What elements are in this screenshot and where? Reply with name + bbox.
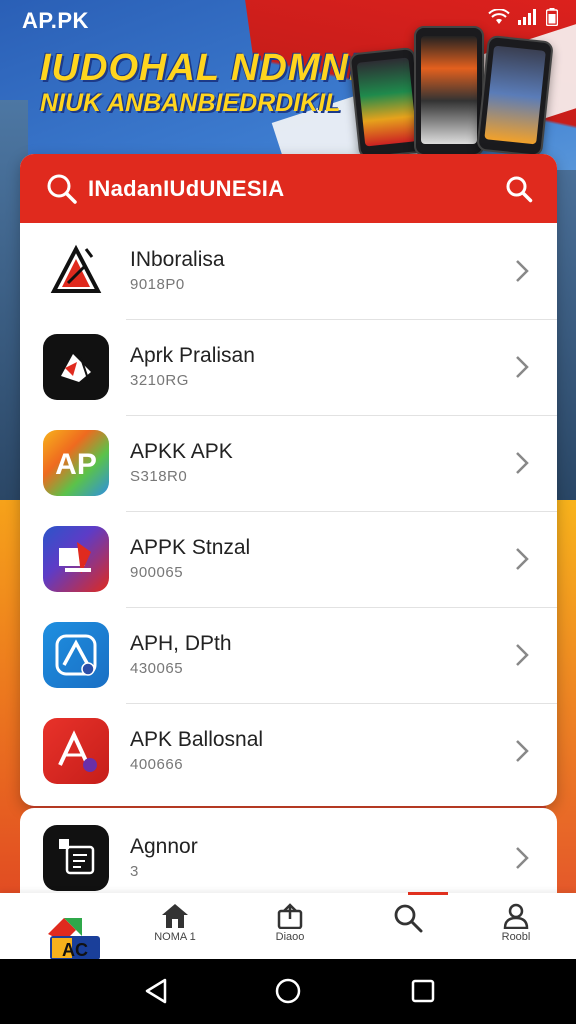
list-item[interactable]: APH, DPth 430065 — [20, 607, 557, 703]
recents-icon[interactable] — [410, 977, 436, 1005]
chevron-right-icon — [516, 356, 529, 378]
app-logo-icon — [43, 718, 109, 784]
chevron-right-icon — [516, 644, 529, 666]
signal-icon — [518, 9, 536, 25]
nav-item-profile[interactable]: Roobl — [476, 903, 556, 943]
headline-line-1: IUDOHAL NDMNI — [40, 47, 361, 89]
svg-text:AC: AC — [62, 940, 88, 960]
wifi-icon — [488, 9, 510, 24]
chevron-right-icon — [516, 260, 529, 282]
list-item[interactable]: Agnnor 3 — [20, 810, 557, 906]
search-text: INadanIUdUNESIA — [88, 175, 285, 201]
phones-illustration — [348, 26, 554, 160]
status-icons — [488, 8, 558, 26]
app-name: APPK Stnzal — [130, 536, 251, 559]
chevron-right-icon — [516, 847, 529, 869]
search-bar[interactable]: INadanIUdUNESIA — [20, 154, 557, 223]
nav-item-upload[interactable]: Diaoo — [250, 903, 330, 943]
upload-icon — [277, 903, 303, 929]
app-subtitle: 430065 — [130, 660, 184, 677]
app-logo-icon — [43, 238, 109, 304]
chevron-right-icon — [516, 740, 529, 762]
list-item[interactable]: Aprk Pralisan 3210RG — [20, 319, 557, 415]
app-list-card: INadanIUdUNESIA INboralisa 9018P0 Aprk P… — [20, 154, 557, 806]
app-brand-logo-icon[interactable]: AC — [42, 912, 104, 960]
status-bar-title: AP.PK — [22, 8, 89, 33]
banner-headline: IUDOHAL NDMNI NIUK ANBANBIEDRDIKIL — [40, 48, 370, 118]
chevron-right-icon — [516, 452, 529, 474]
app-name: Aprk Pralisan — [130, 344, 255, 367]
app-logo-icon — [43, 825, 109, 891]
list-item[interactable]: INboralisa 9018P0 — [20, 223, 557, 319]
app-name: APKK APK — [130, 440, 233, 463]
nav-active-indicator — [408, 892, 448, 895]
app-subtitle: 400666 — [130, 756, 184, 773]
app-subtitle: S318R0 — [130, 468, 188, 485]
search-button-icon[interactable] — [505, 175, 533, 203]
list-item[interactable]: APPK Stnzal 900065 — [20, 511, 557, 607]
app-name: APH, DPth — [130, 632, 232, 655]
app-list: INboralisa 9018P0 Aprk Pralisan 3210RG A… — [20, 223, 557, 799]
back-icon[interactable] — [143, 977, 169, 1005]
home-circle-icon[interactable] — [274, 977, 302, 1005]
list-item[interactable]: AP APKK APK S318R0 — [20, 415, 557, 511]
home-icon — [162, 904, 188, 928]
nav-label: NOMA 1 — [154, 931, 196, 943]
app-logo-icon — [43, 334, 109, 400]
headline-line-2: NIUK ANBANBIEDRDIKIL — [40, 89, 341, 117]
profile-icon — [503, 903, 529, 929]
app-name: INboralisa — [130, 248, 225, 271]
app-name: APK Ballosnal — [130, 728, 264, 751]
app-subtitle: 9018P0 — [130, 276, 185, 293]
nav-item-home[interactable]: NOMA 1 — [135, 903, 215, 943]
chevron-right-icon — [516, 548, 529, 570]
app-subtitle: 3 — [130, 863, 139, 880]
app-name: Agnnor — [130, 835, 198, 858]
app-logo-icon — [43, 622, 109, 688]
search-icon — [46, 173, 78, 205]
system-navigation-bar — [0, 959, 576, 1024]
app-logo-icon: AP — [43, 430, 109, 496]
nav-label: Roobl — [501, 931, 531, 943]
nav-label: Diaoo — [275, 931, 305, 943]
list-item[interactable]: APK Ballosnal 400666 — [20, 703, 557, 799]
nav-item-search[interactable] — [368, 903, 448, 935]
app-subtitle: 3210RG — [130, 372, 189, 389]
svg-text:AP: AP — [55, 448, 97, 481]
battery-icon — [546, 8, 558, 26]
app-subtitle: 900065 — [130, 564, 184, 581]
app-logo-icon — [43, 526, 109, 592]
search-icon — [394, 904, 423, 933]
